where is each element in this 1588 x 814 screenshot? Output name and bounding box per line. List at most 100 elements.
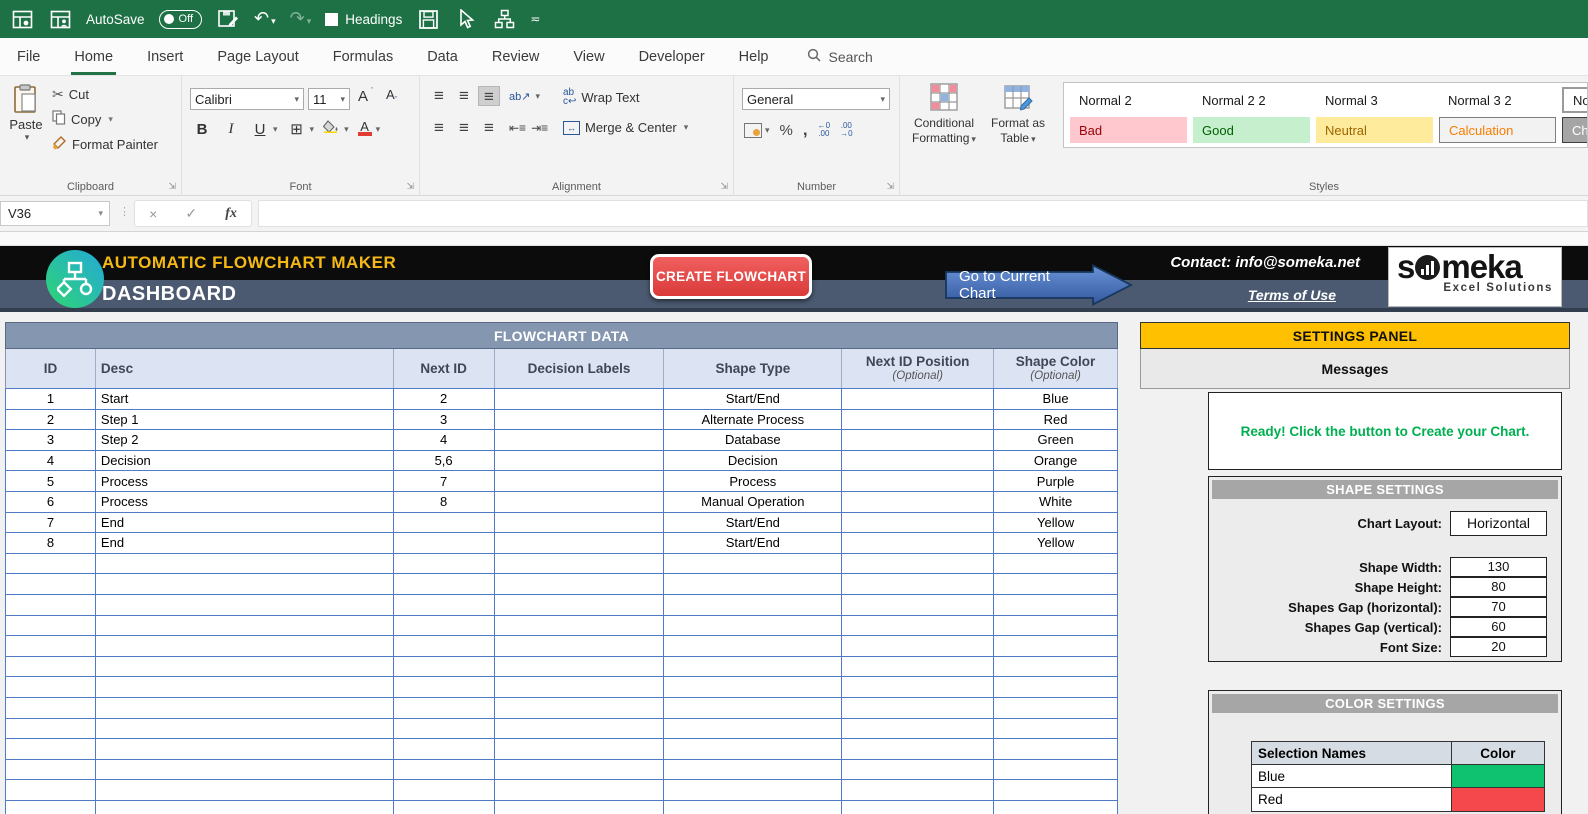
cell[interactable]: [96, 780, 394, 800]
cell[interactable]: [6, 698, 96, 718]
cell[interactable]: [6, 554, 96, 574]
cell[interactable]: [394, 698, 495, 718]
cell[interactable]: [495, 492, 665, 512]
terms-of-use-link[interactable]: Terms of Use: [1248, 287, 1336, 303]
cell[interactable]: Start/End: [664, 533, 842, 553]
cell[interactable]: [664, 739, 842, 759]
cell[interactable]: Orange: [994, 451, 1118, 471]
cell[interactable]: [394, 739, 495, 759]
cell[interactable]: [842, 430, 994, 450]
cell[interactable]: 8: [394, 492, 495, 512]
cell[interactable]: [994, 760, 1118, 780]
style-cell-normal[interactable]: Normal: [1562, 87, 1588, 113]
cell[interactable]: Manual Operation: [664, 492, 842, 512]
cell[interactable]: [842, 677, 994, 697]
cell[interactable]: [96, 636, 394, 656]
autosave-toggle[interactable]: Off: [159, 10, 202, 29]
undo-button[interactable]: ↶▾: [254, 9, 276, 29]
italic-button[interactable]: I: [221, 121, 241, 138]
cell[interactable]: Yellow: [994, 513, 1118, 533]
cell[interactable]: [6, 677, 96, 697]
cell[interactable]: [495, 657, 665, 677]
cell[interactable]: [664, 677, 842, 697]
cell[interactable]: [842, 471, 994, 491]
paste-button[interactable]: Paste ▾: [6, 84, 46, 143]
cell[interactable]: 7: [394, 471, 495, 491]
cell[interactable]: [495, 513, 665, 533]
tab-help[interactable]: Help: [722, 38, 786, 75]
grow-font-button[interactable]: A＾: [358, 87, 376, 105]
cell[interactable]: [664, 760, 842, 780]
cell[interactable]: [495, 533, 665, 553]
format-as-table-button[interactable]: Format as Table▾: [984, 82, 1052, 147]
cell[interactable]: [6, 657, 96, 677]
cell[interactable]: 2: [6, 410, 96, 430]
column-header-next-id-position[interactable]: Next ID Position(Optional): [842, 349, 994, 388]
cell[interactable]: [6, 636, 96, 656]
quick-access-more-icon[interactable]: ≂: [530, 12, 540, 26]
cancel-entry-icon[interactable]: ×: [149, 206, 157, 222]
underline-caret-icon[interactable]: ▾: [273, 124, 278, 135]
accounting-caret-icon[interactable]: ▾: [765, 125, 770, 136]
cell[interactable]: 4: [6, 451, 96, 471]
sheet-top-row[interactable]: [0, 232, 1588, 246]
cell[interactable]: [6, 595, 96, 615]
cell[interactable]: [495, 760, 665, 780]
search-box[interactable]: Search: [807, 38, 872, 75]
cell[interactable]: Process: [96, 492, 394, 512]
cell[interactable]: [96, 677, 394, 697]
tab-formulas[interactable]: Formulas: [316, 38, 410, 75]
cell[interactable]: [994, 554, 1118, 574]
goto-current-chart-button[interactable]: Go to Current Chart: [945, 264, 1133, 311]
cell[interactable]: [994, 636, 1118, 656]
style-cell-normal-3[interactable]: Normal 3: [1316, 87, 1433, 113]
cell[interactable]: [495, 595, 665, 615]
style-cell-calculation[interactable]: Calculation: [1439, 117, 1556, 143]
cell[interactable]: [394, 780, 495, 800]
cell[interactable]: Step 2: [96, 430, 394, 450]
cell[interactable]: [842, 636, 994, 656]
style-cell-neutral[interactable]: Neutral: [1316, 117, 1433, 143]
cell[interactable]: Database: [664, 430, 842, 450]
setting-value-input[interactable]: Horizontal: [1450, 511, 1547, 536]
cell[interactable]: 2: [394, 389, 495, 409]
cell[interactable]: [6, 780, 96, 800]
cell[interactable]: [994, 657, 1118, 677]
cell[interactable]: 7: [6, 513, 96, 533]
align-middle-button[interactable]: ≡: [453, 86, 475, 106]
cell[interactable]: [96, 719, 394, 739]
confirm-entry-icon[interactable]: ✓: [185, 205, 197, 222]
cell[interactable]: [495, 410, 665, 430]
cell[interactable]: [394, 513, 495, 533]
alignment-dialog-launcher-icon[interactable]: ⇲: [720, 181, 728, 192]
cell[interactable]: [96, 739, 394, 759]
cell[interactable]: [842, 574, 994, 594]
cell[interactable]: [96, 657, 394, 677]
cell[interactable]: Blue: [994, 389, 1118, 409]
cell[interactable]: 5,6: [394, 451, 495, 471]
cell[interactable]: [96, 574, 394, 594]
align-center-button[interactable]: ≡: [453, 118, 475, 138]
align-left-button[interactable]: ≡: [428, 118, 450, 138]
style-cell-normal-2[interactable]: Normal 2: [1070, 87, 1187, 113]
align-bottom-button[interactable]: ≡: [478, 86, 500, 106]
accounting-format-button[interactable]: [744, 123, 762, 138]
cell[interactable]: 3: [6, 430, 96, 450]
cell[interactable]: 8: [6, 533, 96, 553]
cell[interactable]: [842, 780, 994, 800]
format-painter-button[interactable]: Format Painter: [52, 135, 158, 153]
column-header-decision-labels[interactable]: Decision Labels: [495, 349, 665, 388]
cell[interactable]: [994, 719, 1118, 739]
flowchart-hierarchy-icon[interactable]: [492, 7, 516, 31]
decrease-indent-button[interactable]: ⇤≡: [509, 121, 526, 135]
create-flowchart-button[interactable]: CREATE FLOWCHART: [650, 254, 812, 299]
cell[interactable]: [495, 636, 665, 656]
decrease-decimal-button[interactable]: .00 →0: [840, 122, 852, 138]
cell[interactable]: [842, 492, 994, 512]
cell[interactable]: Red: [994, 410, 1118, 430]
wrap-text-button[interactable]: abc↩ Wrap Text: [563, 88, 639, 106]
cell[interactable]: [6, 719, 96, 739]
cell[interactable]: Process: [664, 471, 842, 491]
cell[interactable]: [394, 554, 495, 574]
cell[interactable]: [994, 801, 1118, 814]
